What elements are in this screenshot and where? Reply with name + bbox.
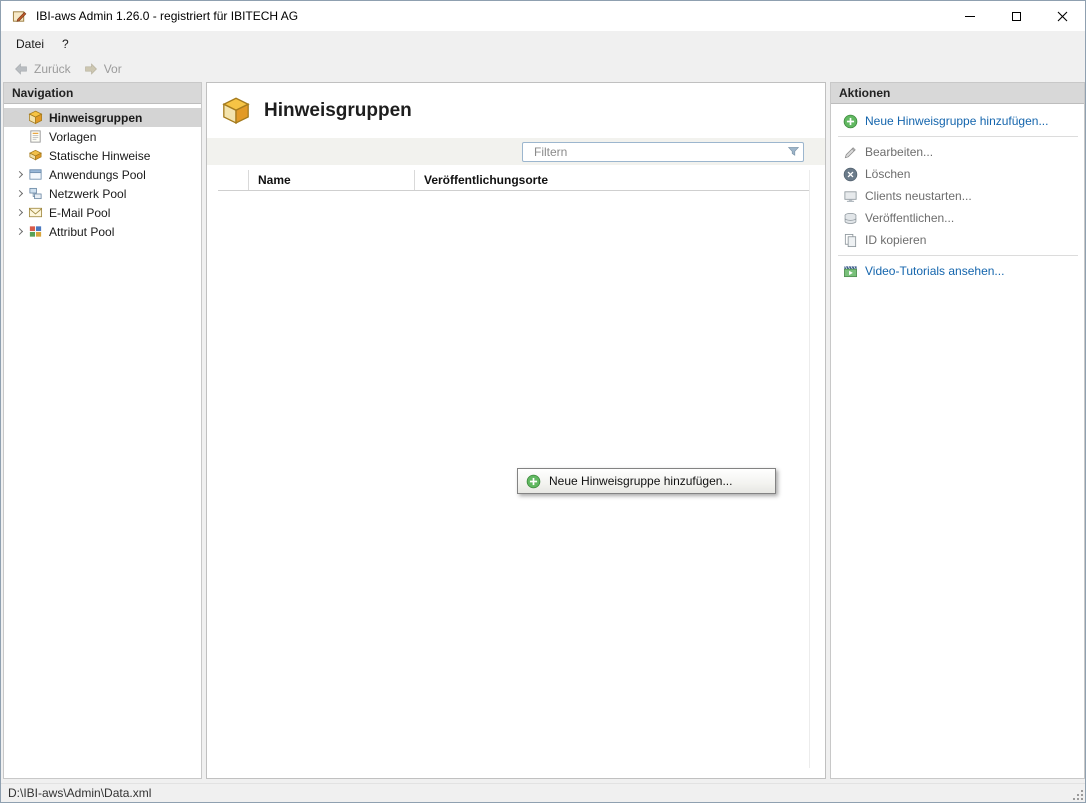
main-header: Hinweisgruppen [207,83,825,138]
minimize-button[interactable] [947,1,993,31]
action-label: Neue Hinweisgruppe hinzufügen... [865,114,1048,128]
filter-box [522,142,804,162]
actions-header: Aktionen [831,83,1084,104]
back-arrow-icon [13,61,29,77]
add-icon [843,114,858,129]
action-bearbeiten[interactable]: Bearbeiten... [831,141,1084,163]
navigation-tree: Hinweisgruppen Vorlagen Statische Hinwei… [4,104,201,241]
chevron-right-icon[interactable] [15,171,22,178]
sidebar-item-attribut-pool[interactable]: Attribut Pool [4,222,201,241]
minimize-icon [965,16,975,17]
sidebar-item-label: Attribut Pool [49,225,114,239]
filter-funnel-icon[interactable] [787,145,800,158]
app-icon [12,9,27,24]
action-label: Löschen [865,167,910,181]
maximize-icon [1012,12,1021,21]
menu-bar: Datei ? [1,31,1085,57]
chevron-right-icon[interactable] [15,190,22,197]
hinweisgruppen-icon [28,110,43,125]
sidebar-item-statische-hinweise[interactable]: Statische Hinweise [4,146,201,165]
action-label: Video-Tutorials ansehen... [865,264,1004,278]
menu-help[interactable]: ? [53,31,78,57]
delete-icon [843,167,858,182]
filter-row [207,138,825,165]
sidebar-item-label: Statische Hinweise [49,149,150,163]
separator [838,136,1078,137]
forward-button-label: Vor [104,62,122,76]
sidebar-item-email-pool[interactable]: E-Mail Pool [4,203,201,222]
main-panel: Hinweisgruppen Name Veröffentlichungsort… [206,82,826,779]
column-header-name[interactable]: Name [248,170,414,190]
action-loeschen[interactable]: Löschen [831,163,1084,185]
back-button[interactable]: Zurück [7,59,77,79]
data-file-path: D:\IBI-aws\Admin\Data.xml [8,786,151,800]
sidebar-item-netzwerk-pool[interactable]: Netzwerk Pool [4,184,201,203]
sidebar-item-label: Hinweisgruppen [49,111,142,125]
edit-pencil-icon [843,145,858,160]
publish-icon [843,211,858,226]
column-header-icon [218,170,248,190]
email-pool-icon [28,205,43,220]
sidebar-item-label: Vorlagen [49,130,96,144]
add-icon [526,474,541,489]
table-header: Name Veröffentlichungsorte [218,170,809,191]
action-label: Bearbeiten... [865,145,933,159]
statische-hinweise-icon [28,148,43,163]
vorlagen-icon [28,129,43,144]
filter-input[interactable] [522,142,804,162]
sidebar-item-label: Netzwerk Pool [49,187,126,201]
toolbar: Zurück Vor [1,57,1085,81]
action-clients-neustarten[interactable]: Clients neustarten... [831,185,1084,207]
actions-list: Neue Hinweisgruppe hinzufügen... Bearbei… [831,104,1084,282]
page-title: Hinweisgruppen [264,100,412,122]
anwendungs-pool-icon [28,167,43,182]
add-hinweisgruppe-button[interactable]: Neue Hinweisgruppe hinzufügen... [517,468,776,494]
title-bar: IBI-aws Admin 1.26.0 - registriert für I… [1,1,1085,31]
app-window: IBI-aws Admin 1.26.0 - registriert für I… [0,0,1086,803]
menu-datei[interactable]: Datei [7,31,53,57]
clients-restart-icon [843,189,858,204]
close-button[interactable] [1039,1,1085,31]
actions-panel: Aktionen Neue Hinweisgruppe hinzufügen..… [830,82,1085,779]
copy-id-icon [843,233,858,248]
resize-grip-icon[interactable] [1071,788,1084,801]
hinweisgruppen-icon [221,96,251,126]
add-hinweisgruppe-button-label: Neue Hinweisgruppe hinzufügen... [549,474,732,488]
action-label: Clients neustarten... [865,189,972,203]
forward-arrow-icon [83,61,99,77]
window-controls [947,1,1085,31]
status-bar: D:\IBI-aws\Admin\Data.xml [1,783,1085,802]
sidebar-item-label: Anwendungs Pool [49,168,146,182]
back-button-label: Zurück [34,62,71,76]
chevron-right-icon[interactable] [15,228,22,235]
action-video-tutorials[interactable]: Video-Tutorials ansehen... [831,260,1084,282]
maximize-button[interactable] [993,1,1039,31]
netzwerk-pool-icon [28,186,43,201]
action-add-hinweisgruppe[interactable]: Neue Hinweisgruppe hinzufügen... [831,110,1084,132]
separator [838,255,1078,256]
forward-button[interactable]: Vor [77,59,128,79]
action-id-kopieren[interactable]: ID kopieren [831,229,1084,251]
action-veroeffentlichen[interactable]: Veröffentlichen... [831,207,1084,229]
action-label: ID kopieren [865,233,926,247]
attribut-pool-icon [28,224,43,239]
action-label: Veröffentlichen... [865,211,954,225]
sidebar-item-anwendungs-pool[interactable]: Anwendungs Pool [4,165,201,184]
sidebar-item-label: E-Mail Pool [49,206,110,220]
sidebar-item-vorlagen[interactable]: Vorlagen [4,127,201,146]
sidebar-item-hinweisgruppen[interactable]: Hinweisgruppen [4,108,201,127]
column-header-veroeffentlichungsorte[interactable]: Veröffentlichungsorte [414,170,809,190]
navigation-header: Navigation [4,83,201,104]
video-icon [843,264,858,279]
window-title: IBI-aws Admin 1.26.0 - registriert für I… [36,9,298,23]
navigation-panel: Navigation Hinweisgruppen Vorlagen [3,82,202,779]
close-icon [1057,11,1068,22]
chevron-right-icon[interactable] [15,209,22,216]
